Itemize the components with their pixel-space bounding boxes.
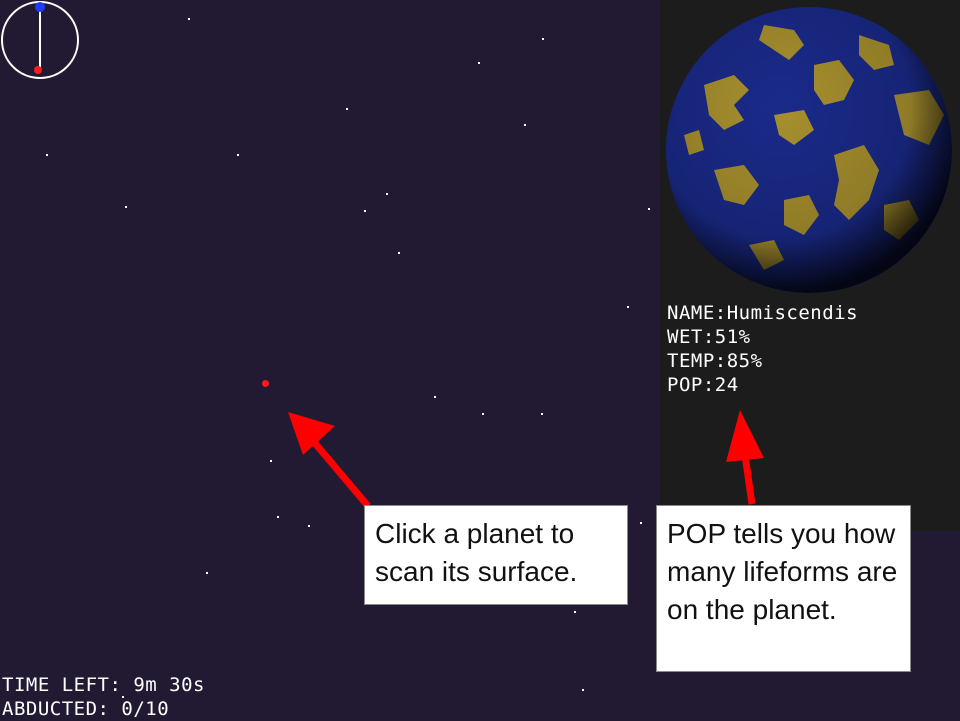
tutorial-tip-pop: POP tells you how many lifeforms are on …: [656, 505, 911, 672]
tutorial-tip-click: Click a planet to scan its surface.: [364, 505, 628, 605]
hud: TIME LEFT: 9m 30s ABDUCTED: 0/10: [2, 673, 205, 721]
time-left: TIME LEFT: 9m 30s: [2, 674, 205, 696]
abducted-count: ABDUCTED: 0/10: [2, 698, 170, 720]
